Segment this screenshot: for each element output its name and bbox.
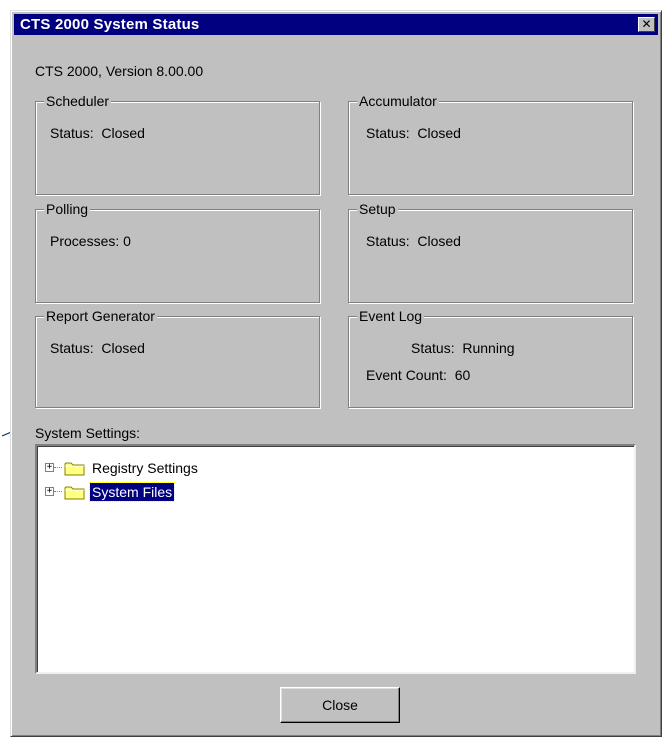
polling-group-title: Polling (44, 200, 91, 218)
report-generator-status: Status: Closed (50, 340, 145, 356)
system-settings-tree[interactable]: + Registry Settings + System Files (35, 444, 636, 674)
folder-icon (64, 462, 85, 476)
scheduler-group: Scheduler Status: Closed (35, 92, 320, 195)
close-icon[interactable]: ✕ (638, 17, 655, 32)
accumulator-status: Status: Closed (366, 125, 461, 141)
version-label: CTS 2000, Version 8.00.00 (35, 63, 204, 79)
event-log-status: Status: Running (411, 340, 515, 356)
setup-status: Status: Closed (366, 233, 461, 249)
system-settings-label: System Settings: (35, 425, 141, 441)
event-log-count: Event Count: 60 (366, 367, 471, 383)
close-button[interactable]: Close (280, 687, 400, 723)
tree-item-label-selected[interactable]: System Files (88, 482, 176, 502)
scheduler-group-title: Scheduler (44, 92, 112, 110)
report-generator-group-title: Report Generator (44, 307, 157, 325)
setup-group-title: Setup (357, 200, 398, 218)
expand-icon[interactable]: + (45, 463, 54, 472)
tree-connector (54, 467, 62, 468)
polling-processes: Processes: 0 (50, 233, 131, 249)
accumulator-group: Accumulator Status: Closed (348, 92, 633, 195)
system-status-dialog: CTS 2000 System Status ✕ CTS 2000, Versi… (10, 10, 662, 737)
title-bar[interactable]: CTS 2000 System Status ✕ (14, 14, 658, 35)
window-title: CTS 2000 System Status (20, 16, 200, 33)
tree-item-label[interactable]: Registry Settings (90, 459, 200, 477)
report-generator-group: Report Generator Status: Closed (35, 307, 320, 408)
expand-icon[interactable]: + (45, 487, 54, 496)
tree-connector (54, 491, 62, 492)
setup-group: Setup Status: Closed (348, 200, 633, 303)
scheduler-status: Status: Closed (50, 125, 145, 141)
event-log-group-title: Event Log (357, 307, 425, 325)
folder-icon (64, 486, 85, 500)
accumulator-group-title: Accumulator (357, 92, 439, 110)
polling-group: Polling Processes: 0 (35, 200, 320, 303)
event-log-group: Event Log Status: Running Event Count: 6… (348, 307, 633, 408)
